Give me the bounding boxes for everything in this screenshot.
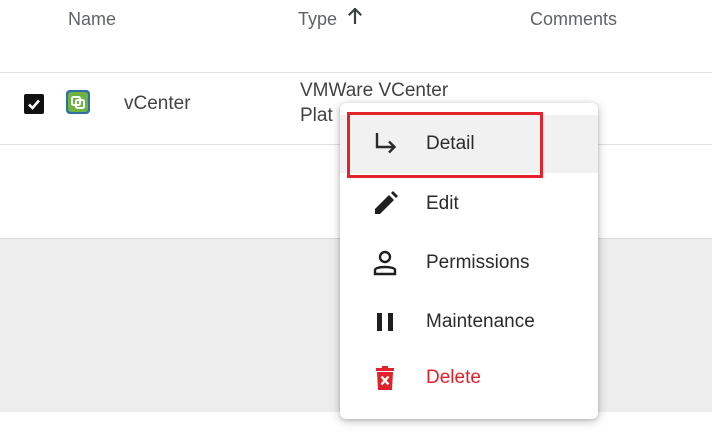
menu-item-edit[interactable]: Edit xyxy=(340,175,598,233)
highlight-annotation xyxy=(347,112,543,178)
menu-item-delete[interactable]: Delete xyxy=(340,349,598,407)
page: Name Type Comments vCenter VMWare VCente… xyxy=(0,0,712,434)
pause-icon xyxy=(368,305,402,339)
menu-item-edit-label: Edit xyxy=(426,193,459,214)
column-header-type[interactable]: Type xyxy=(298,7,363,30)
menu-item-maintenance-label: Maintenance xyxy=(426,311,535,332)
table-header: Name Type Comments xyxy=(0,0,712,73)
check-icon xyxy=(28,99,40,110)
sort-ascending-icon[interactable] xyxy=(347,7,363,29)
trash-x-icon xyxy=(368,361,402,395)
row-name[interactable]: vCenter xyxy=(124,93,191,115)
column-header-name[interactable]: Name xyxy=(68,9,116,30)
menu-item-delete-label: Delete xyxy=(426,367,481,388)
menu-item-permissions[interactable]: Permissions xyxy=(340,234,598,292)
column-header-comments-label: Comments xyxy=(530,9,618,29)
column-header-type-label: Type xyxy=(298,9,338,29)
pencil-icon xyxy=(368,187,402,221)
person-icon xyxy=(368,246,402,280)
column-header-comments[interactable]: Comments xyxy=(530,9,617,30)
vcenter-app-icon xyxy=(66,90,90,114)
row-checkbox[interactable] xyxy=(24,94,44,114)
row-type-line1: VMWare VCenter xyxy=(300,80,449,101)
menu-item-maintenance[interactable]: Maintenance xyxy=(340,293,598,351)
column-header-name-label: Name xyxy=(68,9,117,29)
menu-item-permissions-label: Permissions xyxy=(426,252,530,273)
